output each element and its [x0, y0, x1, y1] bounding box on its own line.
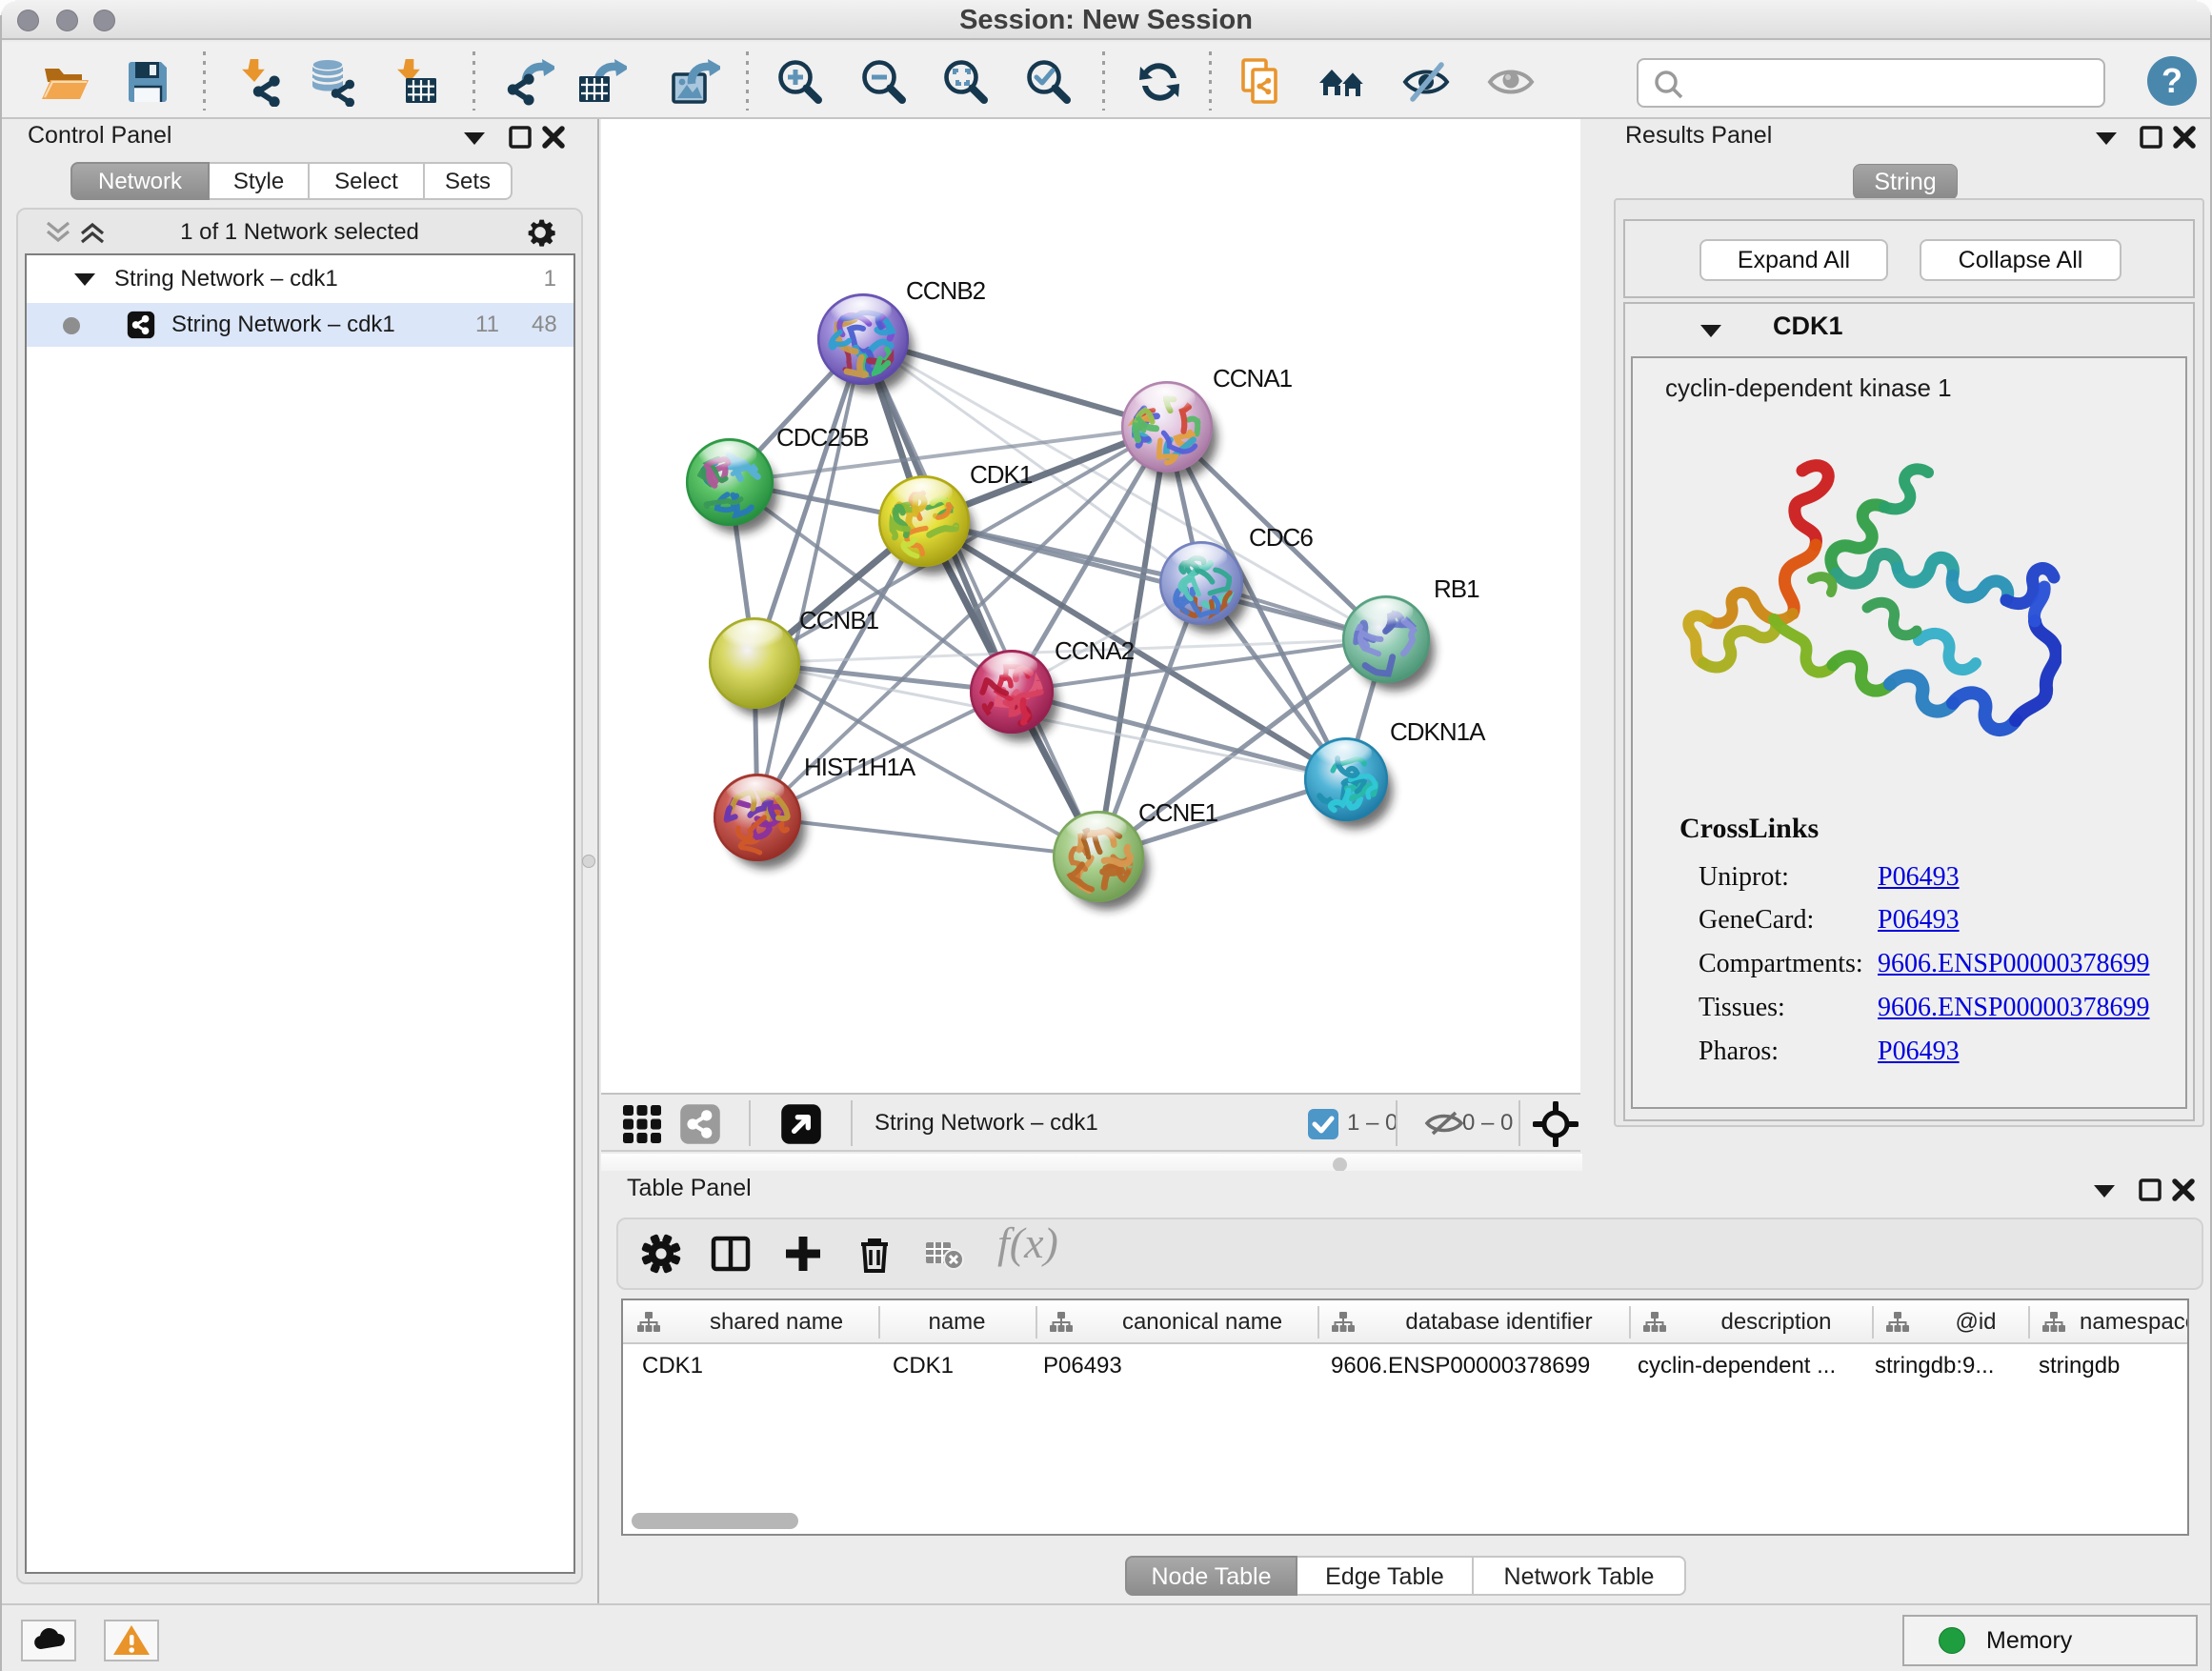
svg-text:CDC6: CDC6	[1249, 523, 1313, 552]
svg-text:CCNB1: CCNB1	[799, 606, 879, 634]
svg-text:RB1: RB1	[1434, 574, 1479, 603]
svg-text:CDK1: CDK1	[970, 460, 1033, 489]
svg-text:CDC25B: CDC25B	[776, 423, 869, 452]
svg-text:CCNB2: CCNB2	[906, 276, 986, 305]
svg-text:CDKN1A: CDKN1A	[1390, 717, 1486, 746]
svg-text:?: ?	[2162, 61, 2182, 100]
svg-text:CCNE1: CCNE1	[1138, 798, 1218, 827]
svg-text:HIST1H1A: HIST1H1A	[804, 753, 916, 781]
svg-text:CCNA1: CCNA1	[1213, 364, 1293, 393]
svg-text:CCNA2: CCNA2	[1055, 636, 1135, 665]
